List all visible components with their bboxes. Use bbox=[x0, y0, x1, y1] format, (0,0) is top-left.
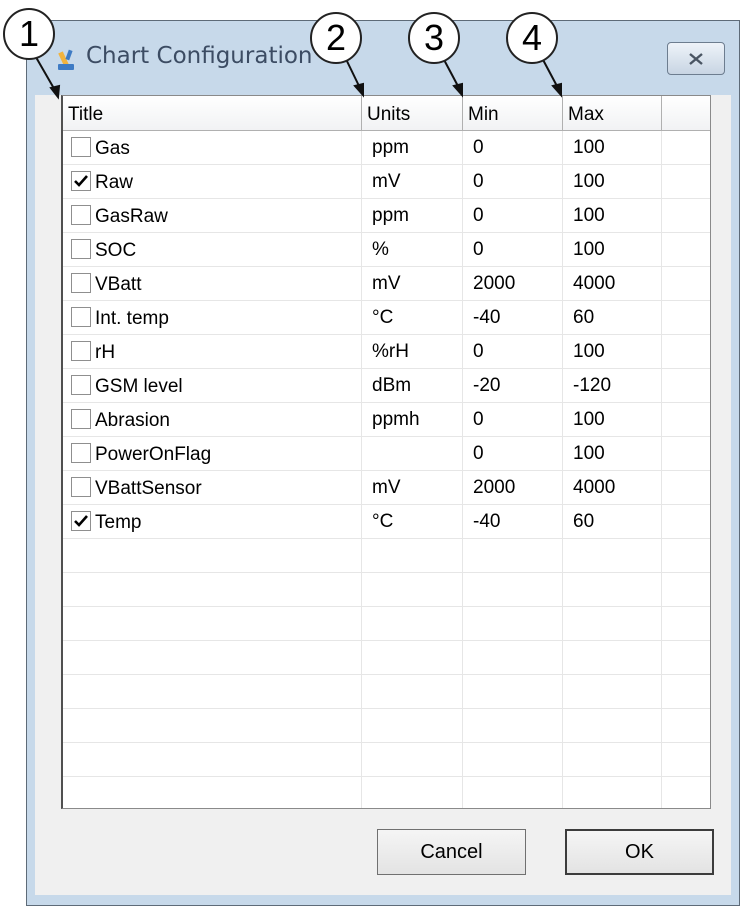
callout-1: 1 bbox=[3, 8, 55, 60]
callout-arrows bbox=[32, 51, 562, 100]
callout-4: 4 bbox=[506, 12, 558, 64]
callout-2: 2 bbox=[310, 12, 362, 64]
callout-3: 3 bbox=[408, 12, 460, 64]
